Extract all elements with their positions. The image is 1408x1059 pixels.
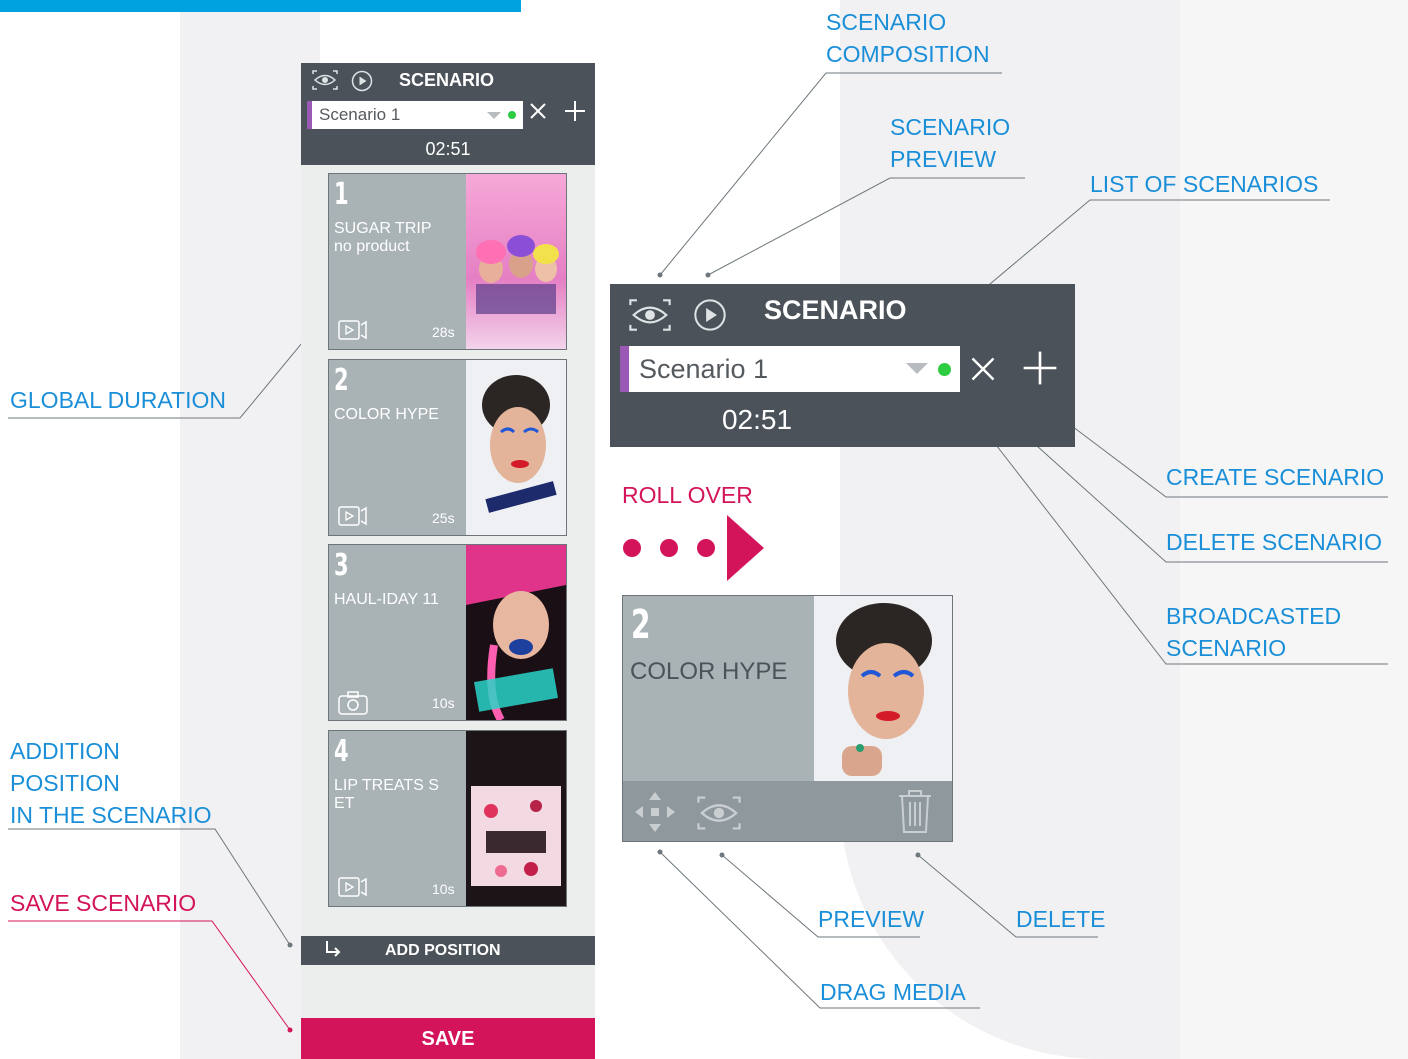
eye-icon[interactable] — [311, 69, 339, 96]
annotation-broadcasted-scenario: BROADCASTED SCENARIO — [1166, 603, 1342, 661]
plus-icon[interactable] — [1022, 350, 1058, 391]
item-title: COLOR HYPE — [630, 658, 788, 685]
rollover-action-bar — [623, 781, 952, 841]
save-button[interactable]: SAVE — [301, 1018, 595, 1059]
media-thumbnail — [466, 731, 566, 906]
media-thumbnail — [466, 545, 566, 720]
scenario-select-value: Scenario 1 — [319, 105, 401, 124]
eye-icon[interactable] — [695, 794, 743, 837]
item-number: 4 — [334, 734, 349, 769]
trash-icon[interactable] — [895, 788, 935, 839]
leader-dot — [657, 272, 663, 278]
media-thumbnail — [466, 360, 566, 535]
roll-over-arrow — [623, 515, 764, 581]
media-thumbnail — [466, 174, 566, 349]
item-duration: 10s — [432, 881, 455, 897]
video-icon — [338, 877, 368, 902]
annotation-create-scenario: CREATE SCENARIO — [1166, 464, 1385, 490]
scenario-item[interactable]: 4 LIP TREATS S ET 10s — [328, 730, 567, 907]
scenario-panel: SCENARIO Scenario 1 02:51 1 SUGAR TRIP n… — [301, 63, 595, 1059]
arrow-dot — [623, 539, 641, 557]
scenario-title: SCENARIO — [399, 70, 495, 90]
broadcast-dot-icon — [938, 363, 951, 376]
video-icon — [338, 320, 368, 345]
annotation-global-duration: GLOBAL DURATION — [10, 387, 226, 413]
item-number: 2 — [334, 363, 349, 398]
global-duration: 02:51 — [721, 404, 793, 435]
annotation-save-scenario: SAVE SCENARIO — [10, 890, 197, 916]
item-duration: 25s — [432, 510, 455, 526]
scenario-header: SCENARIO Scenario 1 02:51 — [301, 63, 595, 165]
leader-dot — [705, 272, 711, 278]
dropdown-arrow-icon[interactable] — [487, 112, 501, 119]
plus-icon[interactable] — [564, 100, 586, 127]
scenario-item[interactable]: 1 SUGAR TRIP no product 28s — [328, 173, 567, 350]
item-title: COLOR HYPE — [334, 406, 439, 423]
scenario-item[interactable]: 2 COLOR HYPE 25s — [328, 359, 567, 536]
annotation-delete-scenario: DELETE SCENARIO — [1166, 529, 1382, 555]
scenario-header-zoom: SCENARIO Scenario 1 02:51 — [610, 284, 1075, 447]
scenario-item[interactable]: 3 HAUL-IDAY 11 10s — [328, 544, 567, 721]
dropdown-arrow-icon[interactable] — [906, 363, 928, 374]
drag-icon[interactable] — [633, 790, 677, 839]
annotation-delete: DELETE — [1016, 906, 1106, 932]
item-number: 2 — [631, 602, 651, 648]
item-title: HAUL-IDAY 11 — [334, 591, 439, 608]
item-duration: 10s — [432, 695, 455, 711]
scenario-select[interactable]: Scenario 1 — [620, 346, 960, 392]
media-thumbnail — [814, 596, 952, 781]
save-label: SAVE — [421, 1028, 475, 1050]
arrow-down-right-icon — [323, 939, 343, 964]
global-duration: 02:51 — [425, 139, 471, 159]
video-icon — [338, 506, 368, 531]
annotation-addition-position: ADDITION POSITION IN THE SCENARIO — [10, 738, 212, 828]
rollover-item-card[interactable]: 2 COLOR HYPE — [622, 595, 953, 842]
leader-dot — [719, 852, 725, 858]
scenario-select[interactable]: Scenario 1 — [307, 101, 523, 129]
item-number: 3 — [334, 548, 349, 583]
annotation-roll-over: ROLL OVER — [622, 482, 753, 508]
camera-icon — [338, 691, 368, 720]
annotation-drag-media: DRAG MEDIA — [820, 979, 966, 1005]
play-icon[interactable] — [351, 70, 373, 97]
scenario-title: SCENARIO — [764, 295, 907, 325]
annotation-scenario-preview: SCENARIO PREVIEW — [890, 114, 1011, 172]
arrow-dot — [660, 539, 678, 557]
play-icon[interactable] — [693, 298, 727, 337]
top-accent-bar — [0, 0, 521, 12]
item-title: LIP TREATS S ET — [334, 777, 439, 812]
arrow-head — [727, 515, 764, 581]
broadcast-dot-icon — [508, 111, 516, 119]
add-position-button[interactable]: ADD POSITION — [301, 936, 595, 965]
item-title: SUGAR TRIP no product — [334, 220, 432, 255]
eye-icon[interactable] — [627, 297, 673, 338]
annotation-list-of-scenarios: LIST OF SCENARIOS — [1090, 171, 1319, 197]
add-position-label: ADD POSITION — [385, 942, 501, 959]
close-icon[interactable] — [528, 101, 548, 126]
item-duration: 28s — [432, 324, 455, 340]
scenario-select-value: Scenario 1 — [639, 354, 769, 384]
arrow-dot — [697, 539, 715, 557]
leader-dot — [657, 849, 663, 855]
close-icon[interactable] — [968, 354, 998, 389]
bg-watermark-left — [180, 0, 320, 1059]
annotation-preview: PREVIEW — [818, 906, 925, 932]
annotation-scenario-composition: SCENARIO COMPOSITION — [826, 9, 990, 67]
item-number: 1 — [334, 177, 349, 212]
